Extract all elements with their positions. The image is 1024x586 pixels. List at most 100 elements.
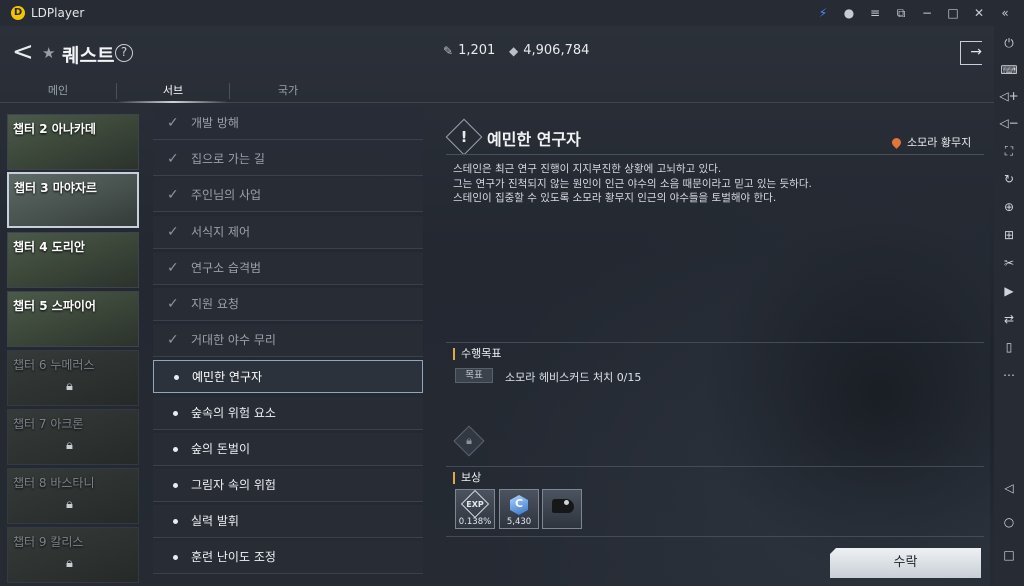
check-icon: ✓	[167, 332, 179, 348]
recent-nav-icon[interactable]: □	[994, 548, 1024, 562]
add-icon[interactable]: ⊕	[994, 200, 1024, 214]
home-nav-icon[interactable]: ○	[994, 515, 1024, 529]
quest-description: 스테인은 최근 연구 진행이 지지부진한 상황에 고뇌하고 있다. 그는 연구가…	[453, 162, 983, 206]
quest-item-done[interactable]: ✓ 거대한 야수 무리	[153, 324, 423, 357]
currency-2-value: 4,906,784	[523, 43, 590, 58]
menu-icon[interactable]: ≡	[862, 6, 888, 20]
lock-icon: 🔒︎	[466, 434, 472, 447]
bullet-icon	[173, 411, 178, 416]
currency-1-value: 1,201	[458, 43, 496, 58]
quest-label: 거대한 야수 무리	[191, 333, 276, 347]
location-pin-icon	[890, 135, 903, 149]
tab-sub[interactable]: 서브	[117, 81, 229, 103]
quest-item-done[interactable]: ✓ 지원 요청	[153, 288, 423, 321]
chapter-item[interactable]: 챕터 5 스파이어	[7, 291, 139, 347]
quest-item-done[interactable]: ✓ 개발 방해	[153, 107, 423, 140]
back-button[interactable]: <	[12, 39, 38, 66]
lock-icon: 🔒︎	[66, 379, 73, 394]
quest-detail-title: 예민한 연구자	[487, 130, 581, 149]
bolt-icon[interactable]: ⚡	[810, 6, 836, 20]
chapter-label: 챕터 7 아크론	[13, 417, 84, 431]
quest-label: 개발 방해	[191, 116, 239, 130]
coin-label: C	[514, 497, 524, 510]
objective-header: 수행목표	[453, 348, 501, 360]
quest-item-done[interactable]: ✓ 집으로 가는 길	[153, 143, 423, 176]
volume-down-icon[interactable]: ◁−	[994, 116, 1024, 130]
quest-item[interactable]: 숲속의 위험 요소	[153, 397, 423, 430]
quest-label: 예민한 연구자	[192, 370, 263, 384]
gem-icon: ◆	[509, 43, 519, 58]
chapter-label: 챕터 6 누메러스	[13, 358, 95, 372]
bullet-icon	[173, 483, 178, 488]
collapse-icon[interactable]: «	[992, 6, 1018, 20]
chapter-item-locked[interactable]: 챕터 7 아크론 🔒︎	[7, 409, 139, 465]
exit-button[interactable]: →	[960, 41, 982, 65]
emulator-title-bar: D LDPlayer ⚡ ● ≡ ⧉ − □ ✕ «	[0, 0, 1024, 26]
app-title: LDPlayer	[31, 6, 85, 20]
chapter-item[interactable]: 챕터 2 아나카데	[7, 114, 139, 170]
minimize-icon[interactable]: −	[914, 6, 940, 20]
quest-item-selected[interactable]: 예민한 연구자	[153, 360, 423, 393]
quest-label: 훈련 난이도 조정	[191, 550, 276, 564]
user-icon[interactable]: ●	[836, 6, 862, 20]
help-button[interactable]: ?	[115, 44, 133, 62]
game-screen: < ★ 퀘스트 ? ✎ 1,201 ◆ 4,906,784 → 메인 서브 국가…	[0, 26, 994, 586]
back-nav-icon[interactable]: ◁	[994, 481, 1024, 495]
chapter-item[interactable]: 챕터 3 마야자르	[7, 172, 139, 228]
description-line: 그는 연구가 진척되지 않는 원인이 인근 야수의 소음 때문이라고 믿고 있는…	[453, 177, 812, 190]
tab-nation[interactable]: 국가	[230, 81, 346, 103]
description-line: 스테인은 최근 연구 진행이 지지부진한 상황에 고뇌하고 있다.	[453, 163, 722, 175]
quest-label: 실력 발휘	[191, 514, 239, 528]
title-bar-controls: ⚡ ● ≡ ⧉ − □ ✕ «	[810, 0, 1018, 26]
chapter-item[interactable]: 챕터 4 도리안	[7, 232, 139, 288]
maximize-icon[interactable]: □	[940, 6, 966, 20]
divider	[446, 342, 984, 343]
check-icon: ✓	[167, 296, 179, 312]
quest-item-done[interactable]: ✓ 주인님의 사업	[153, 179, 423, 212]
rotate-icon[interactable]: ↻	[994, 172, 1024, 186]
quest-item-done[interactable]: ✓ 서식지 제어	[153, 216, 423, 249]
chapter-item-locked[interactable]: 챕터 6 누메러스 🔒︎	[7, 350, 139, 406]
chapter-item-locked[interactable]: 챕터 9 칼리스 🔒︎	[7, 527, 139, 583]
quest-item[interactable]: 실력 발휘	[153, 505, 423, 538]
ldplayer-logo-icon: D	[11, 6, 25, 20]
tab-main[interactable]: 메인	[0, 81, 116, 103]
chapter-item-locked[interactable]: 챕터 8 바스타니 🔒︎	[7, 468, 139, 524]
star-icon: ★	[42, 44, 56, 62]
chapter-label: 챕터 5 스파이어	[13, 299, 96, 313]
more-icon[interactable]: ⋯	[994, 368, 1024, 382]
check-icon: ✓	[167, 151, 179, 167]
quest-item-done[interactable]: ✓ 연구소 습격범	[153, 252, 423, 285]
power-icon[interactable]: ⏻	[994, 36, 1024, 51]
quest-item[interactable]: 그림자 속의 위험	[153, 469, 423, 502]
objective-tag: 목표	[455, 368, 493, 383]
reward-item-coin[interactable]: C 5,430	[499, 489, 539, 529]
emulator-side-bar: ⏻ ⌨ ◁+ ◁− ⛶ ↻ ⊕ ⊞ ✂ ▶ ⇄ ▯ ⋯ ◁ ○ □	[994, 26, 1024, 586]
scissors-icon[interactable]: ✂	[994, 256, 1024, 270]
objective-text: 소모라 헤비스커드 처치 0/15	[505, 371, 642, 384]
quest-label: 숲의 돈벌이	[191, 442, 251, 456]
quest-item[interactable]: 숲의 돈벌이	[153, 433, 423, 466]
reward-item-exp[interactable]: EXP 0.138%	[455, 489, 495, 529]
quest-item[interactable]: 훈련 난이도 조정	[153, 541, 423, 574]
keyboard-icon[interactable]: ⌨	[994, 63, 1024, 77]
quest-label: 서식지 제어	[191, 225, 251, 239]
accept-button[interactable]: 수락	[830, 548, 981, 578]
tab-bar: 메인 서브 국가	[0, 81, 994, 103]
volume-up-icon[interactable]: ◁+	[994, 89, 1024, 103]
close-icon[interactable]: ✕	[966, 6, 992, 20]
bullet-icon	[173, 519, 178, 524]
screenshot-icon[interactable]: ⛶	[994, 144, 1024, 159]
sync-icon[interactable]: ⇄	[994, 312, 1024, 326]
phone-icon[interactable]: ▯	[994, 340, 1024, 354]
chapter-label: 챕터 3 마야자르	[14, 181, 97, 195]
quest-label: 지원 요청	[191, 297, 239, 311]
record-icon[interactable]: ▶	[994, 284, 1024, 298]
divider	[446, 466, 984, 467]
window-icon[interactable]: ⧉	[888, 6, 914, 21]
background-figure	[700, 216, 994, 576]
location-label[interactable]: 소모라 황무지	[890, 134, 971, 150]
gamepad-icon[interactable]: ⊞	[994, 228, 1024, 242]
reward-item-costume[interactable]	[542, 489, 582, 529]
quest-label: 숲속의 위험 요소	[191, 406, 276, 420]
